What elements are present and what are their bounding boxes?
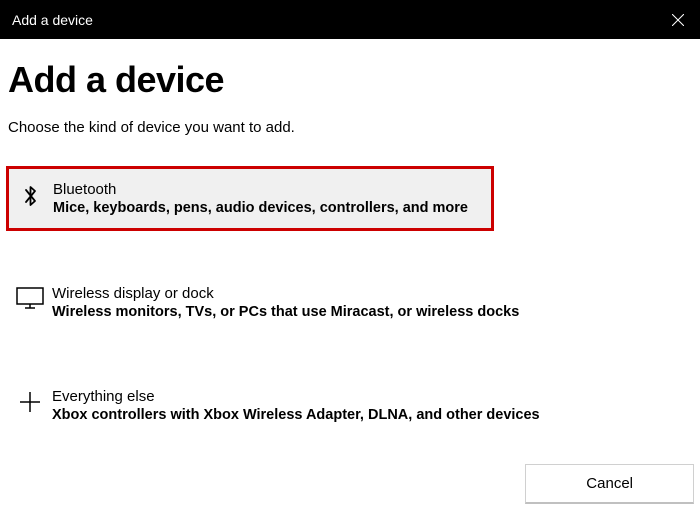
bluetooth-icon	[9, 181, 53, 209]
option-bluetooth[interactable]: Bluetooth Mice, keyboards, pens, audio d…	[6, 166, 494, 231]
option-bluetooth-desc: Mice, keyboards, pens, audio devices, co…	[53, 200, 483, 216]
option-wireless-display[interactable]: Wireless display or dock Wireless monito…	[8, 271, 692, 334]
titlebar-title: Add a device	[12, 12, 93, 28]
option-everything-desc: Xbox controllers with Xbox Wireless Adap…	[52, 407, 692, 423]
option-wireless-desc: Wireless monitors, TVs, or PCs that use …	[52, 304, 692, 320]
titlebar: Add a device	[0, 0, 700, 39]
page-title: Add a device	[8, 59, 692, 101]
option-everything-title: Everything else	[52, 388, 692, 405]
close-icon	[672, 14, 684, 26]
dialog-content: Add a device Choose the kind of device y…	[0, 39, 700, 477]
option-everything-else[interactable]: Everything else Xbox controllers with Xb…	[8, 374, 692, 437]
dialog-footer: Cancel	[525, 464, 694, 504]
plus-icon	[8, 388, 52, 414]
option-everything-text: Everything else Xbox controllers with Xb…	[52, 388, 692, 423]
option-wireless-text: Wireless display or dock Wireless monito…	[52, 285, 692, 320]
device-options: Bluetooth Mice, keyboards, pens, audio d…	[8, 166, 692, 477]
close-button[interactable]	[668, 10, 688, 30]
option-wireless-title: Wireless display or dock	[52, 285, 692, 302]
monitor-icon	[8, 285, 52, 309]
cancel-button[interactable]: Cancel	[525, 464, 694, 504]
option-bluetooth-text: Bluetooth Mice, keyboards, pens, audio d…	[53, 181, 483, 216]
option-bluetooth-title: Bluetooth	[53, 181, 483, 198]
page-subtitle: Choose the kind of device you want to ad…	[8, 119, 692, 136]
